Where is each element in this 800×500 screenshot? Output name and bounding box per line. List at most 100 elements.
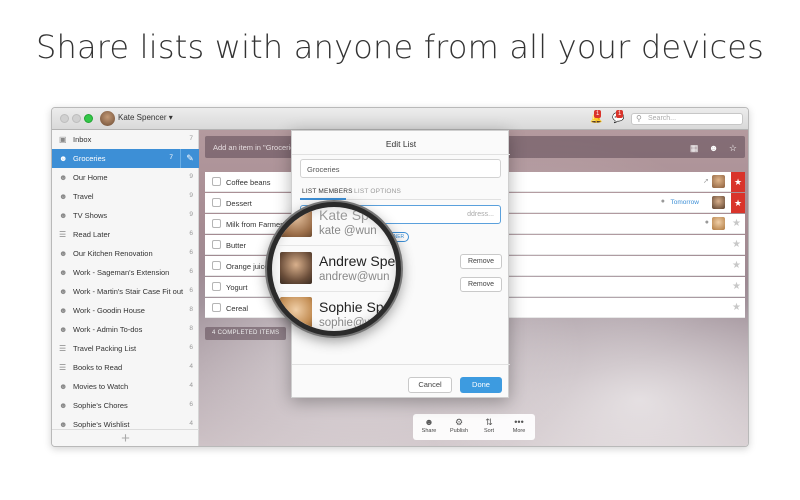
- sidebar-item-tv-shows[interactable]: ☻ TV Shows 9: [52, 206, 199, 225]
- divider: [272, 245, 396, 246]
- shared-list-icon: ☻: [59, 154, 68, 163]
- list-name-field[interactable]: Groceries: [300, 159, 501, 178]
- add-list-button[interactable]: +: [52, 429, 199, 446]
- sidebar-item-movies-to-watch[interactable]: ☻ Movies to Watch 4: [52, 377, 199, 396]
- sidebar-item-travel[interactable]: ☻ Travel 9: [52, 187, 199, 206]
- activity-badge: 1: [616, 110, 624, 118]
- sidebar-item-kitchen-renovation[interactable]: ☻ Our Kitchen Renovation 6: [52, 244, 199, 263]
- sidebar-item-label: Our Kitchen Renovation: [73, 249, 153, 258]
- remove-member-button[interactable]: Remove: [460, 277, 502, 292]
- member-name: Andrew Spe: [319, 253, 396, 269]
- task-title: Orange juice: [226, 262, 269, 271]
- share-button[interactable]: ☻ Share: [415, 417, 443, 434]
- star-icon[interactable]: ★: [732, 302, 741, 313]
- shared-list-icon: ☻: [59, 420, 68, 429]
- zoom-window-button[interactable]: [84, 114, 93, 123]
- sidebar-item-our-home[interactable]: ☻ Our Home 9: [52, 168, 199, 187]
- edit-list-icon[interactable]: ✎: [180, 149, 199, 168]
- sidebar-item-groceries[interactable]: ☻ Groceries 7 ✎: [52, 149, 199, 168]
- search-icon: ⚲: [636, 114, 642, 123]
- dialog-title: Edit List: [385, 139, 417, 149]
- shared-list-icon: ☻: [59, 306, 68, 315]
- star-icon[interactable]: ★: [732, 218, 741, 229]
- done-button[interactable]: Done: [460, 377, 502, 393]
- sidebar-item-label: Read Later: [73, 230, 111, 239]
- more-icon: •••: [514, 417, 524, 427]
- show-completed-button[interactable]: 4 COMPLETED ITEMS: [205, 327, 287, 340]
- sidebar-item-count: 6: [189, 249, 193, 256]
- shared-list-icon: ☻: [59, 325, 68, 334]
- cancel-button[interactable]: Cancel: [408, 377, 452, 393]
- tab-list-options[interactable]: LIST OPTIONS: [354, 188, 401, 195]
- activity-icon[interactable]: 💬 1: [612, 110, 624, 125]
- sidebar-item-count: 6: [189, 230, 193, 237]
- task-title: Coffee beans: [226, 178, 271, 187]
- star-icon[interactable]: ★: [732, 281, 741, 292]
- user-menu[interactable]: Kate Spencer ▾: [118, 113, 173, 122]
- tab-list-members[interactable]: LIST MEMBERS: [302, 188, 353, 195]
- avatar: [280, 297, 312, 329]
- sidebar-item-travel-packing[interactable]: ☰ Travel Packing List 6: [52, 339, 199, 358]
- star-icon[interactable]: ★: [732, 239, 741, 250]
- task-checkbox[interactable]: [212, 261, 221, 270]
- sidebar-item-label: Work - Sageman's Extension: [73, 268, 170, 277]
- sidebar-item-books-to-read[interactable]: ☰ Books to Read 4: [52, 358, 199, 377]
- avatar: [280, 252, 312, 284]
- shared-list-icon: ☻: [59, 211, 68, 220]
- sidebar-item-count: 4: [189, 363, 193, 370]
- share-list-icon[interactable]: ☻: [709, 143, 718, 153]
- sidebar-item-label: Travel: [73, 192, 94, 201]
- list-icon: ☰: [59, 344, 67, 353]
- star-icon[interactable]: ☆: [729, 143, 737, 153]
- member-name: Sophie Sp: [319, 299, 384, 315]
- notifications-icon[interactable]: 🔔 1: [590, 110, 602, 125]
- task-checkbox[interactable]: [212, 198, 221, 207]
- minimize-window-button[interactable]: [72, 114, 81, 123]
- sidebar-item-inbox[interactable]: ▣ Inbox 7: [52, 130, 199, 149]
- assignee-avatar: [712, 217, 725, 230]
- task-checkbox[interactable]: [212, 177, 221, 186]
- calendar-icon[interactable]: ▦: [690, 143, 699, 153]
- active-tab-indicator: [300, 198, 346, 200]
- member-email: kate @wun: [319, 225, 377, 237]
- starred-icon[interactable]: ★: [731, 172, 745, 192]
- sort-button[interactable]: ⇅ Sort: [475, 417, 503, 434]
- task-title: Dessert: [226, 199, 252, 208]
- title-bar: Kate Spencer ▾ 🔔 1 💬 1 ⚲ Search...: [52, 108, 748, 130]
- publish-icon: ⚙: [454, 417, 464, 427]
- divider: [292, 364, 510, 365]
- sidebar-item-label: Groceries: [73, 154, 106, 163]
- task-checkbox[interactable]: [212, 240, 221, 249]
- sidebar-item-label: Travel Packing List: [73, 344, 137, 353]
- sidebar-item-count: 9: [189, 173, 193, 180]
- star-icon[interactable]: ★: [732, 260, 741, 271]
- member-email: andrew@wun: [319, 271, 390, 283]
- sidebar-item-label: Movies to Watch: [73, 382, 129, 391]
- sidebar-item-sophies-chores[interactable]: ☻ Sophie's Chores 6: [52, 396, 199, 415]
- magnifier-lens: Kate Spe kate @wun Andrew Spe andrew@wun…: [267, 202, 401, 336]
- sidebar-item-count: 8: [189, 325, 193, 332]
- shared-list-icon: ☻: [59, 268, 68, 277]
- more-button[interactable]: ••• More: [505, 417, 533, 434]
- sidebar-item-count: 6: [189, 344, 193, 351]
- task-checkbox[interactable]: [212, 303, 221, 312]
- sidebar-item-read-later[interactable]: ☰ Read Later 6: [52, 225, 199, 244]
- search-input[interactable]: ⚲ Search...: [631, 113, 743, 125]
- starred-icon[interactable]: ★: [731, 193, 745, 213]
- avatar[interactable]: [100, 111, 115, 126]
- list-icon: ☰: [59, 363, 67, 372]
- sidebar-item-admin-todos[interactable]: ☻ Work - Admin To-dos 8: [52, 320, 199, 339]
- sidebar-item-martins-stair-case[interactable]: ☻ Work - Martin's Stair Case Fit out 6: [52, 282, 199, 301]
- sidebar-item-goodin-house[interactable]: ☻ Work - Goodin House 8: [52, 301, 199, 320]
- sidebar-item-label: Inbox: [73, 135, 92, 144]
- remove-member-button[interactable]: Remove: [460, 254, 502, 269]
- task-title: Butter: [226, 241, 247, 250]
- publish-button[interactable]: ⚙ Publish: [445, 417, 473, 434]
- sidebar-item-count: 8: [189, 306, 193, 313]
- sidebar-item-label: Work - Admin To-dos: [73, 325, 143, 334]
- close-window-button[interactable]: [60, 114, 69, 123]
- task-checkbox[interactable]: [212, 282, 221, 291]
- task-checkbox[interactable]: [212, 219, 221, 228]
- due-date: Tomorrow: [670, 199, 699, 206]
- sidebar-item-sagemans-extension[interactable]: ☻ Work - Sageman's Extension 6: [52, 263, 199, 282]
